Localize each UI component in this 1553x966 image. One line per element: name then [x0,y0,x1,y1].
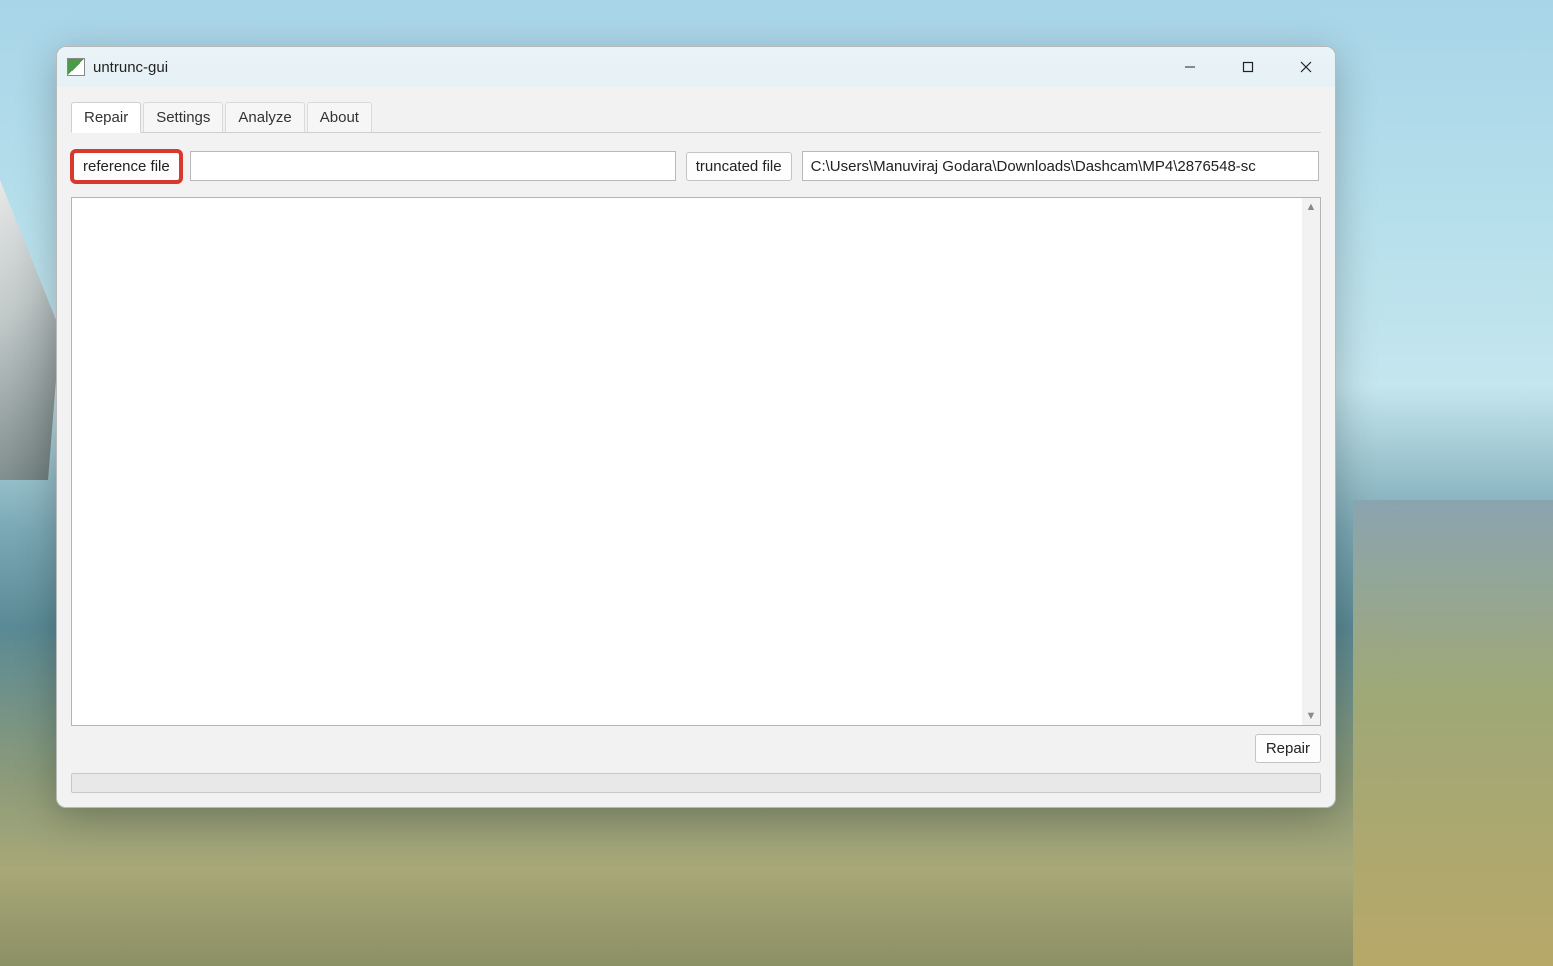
app-icon [67,58,85,76]
tab-bar: Repair Settings Analyze About [71,101,1321,133]
log-output-wrap: ▲ ▼ [71,197,1321,726]
minimize-button[interactable] [1161,47,1219,87]
scroll-down-icon[interactable]: ▼ [1302,707,1320,725]
truncated-file-button[interactable]: truncated file [686,152,792,181]
close-icon [1300,61,1312,73]
action-row: Repair [71,726,1321,769]
progress-bar [71,773,1321,793]
reference-file-input[interactable] [190,151,676,181]
tab-panel-repair: reference file truncated file ▲ ▼ Repair [71,132,1321,793]
window-title: untrunc-gui [93,59,168,76]
scroll-up-icon[interactable]: ▲ [1302,198,1320,216]
app-window: untrunc-gui Repair Settings Analyze Abou… [56,46,1336,808]
desktop-background: untrunc-gui Repair Settings Analyze Abou… [0,0,1553,966]
reference-file-button[interactable]: reference file [73,152,180,181]
tab-settings[interactable]: Settings [143,102,223,133]
minimize-icon [1184,61,1196,73]
maximize-button[interactable] [1219,47,1277,87]
titlebar: untrunc-gui [57,47,1335,87]
log-scrollbar[interactable]: ▲ ▼ [1302,198,1320,725]
tab-analyze[interactable]: Analyze [225,102,304,133]
tab-repair[interactable]: Repair [71,102,141,133]
content-area: Repair Settings Analyze About reference … [57,87,1335,807]
log-output[interactable] [72,198,1302,725]
truncated-file-input[interactable] [802,151,1319,181]
tab-about[interactable]: About [307,102,372,133]
close-button[interactable] [1277,47,1335,87]
maximize-icon [1242,61,1254,73]
file-selector-row: reference file truncated file [71,151,1321,181]
repair-button[interactable]: Repair [1255,734,1321,763]
